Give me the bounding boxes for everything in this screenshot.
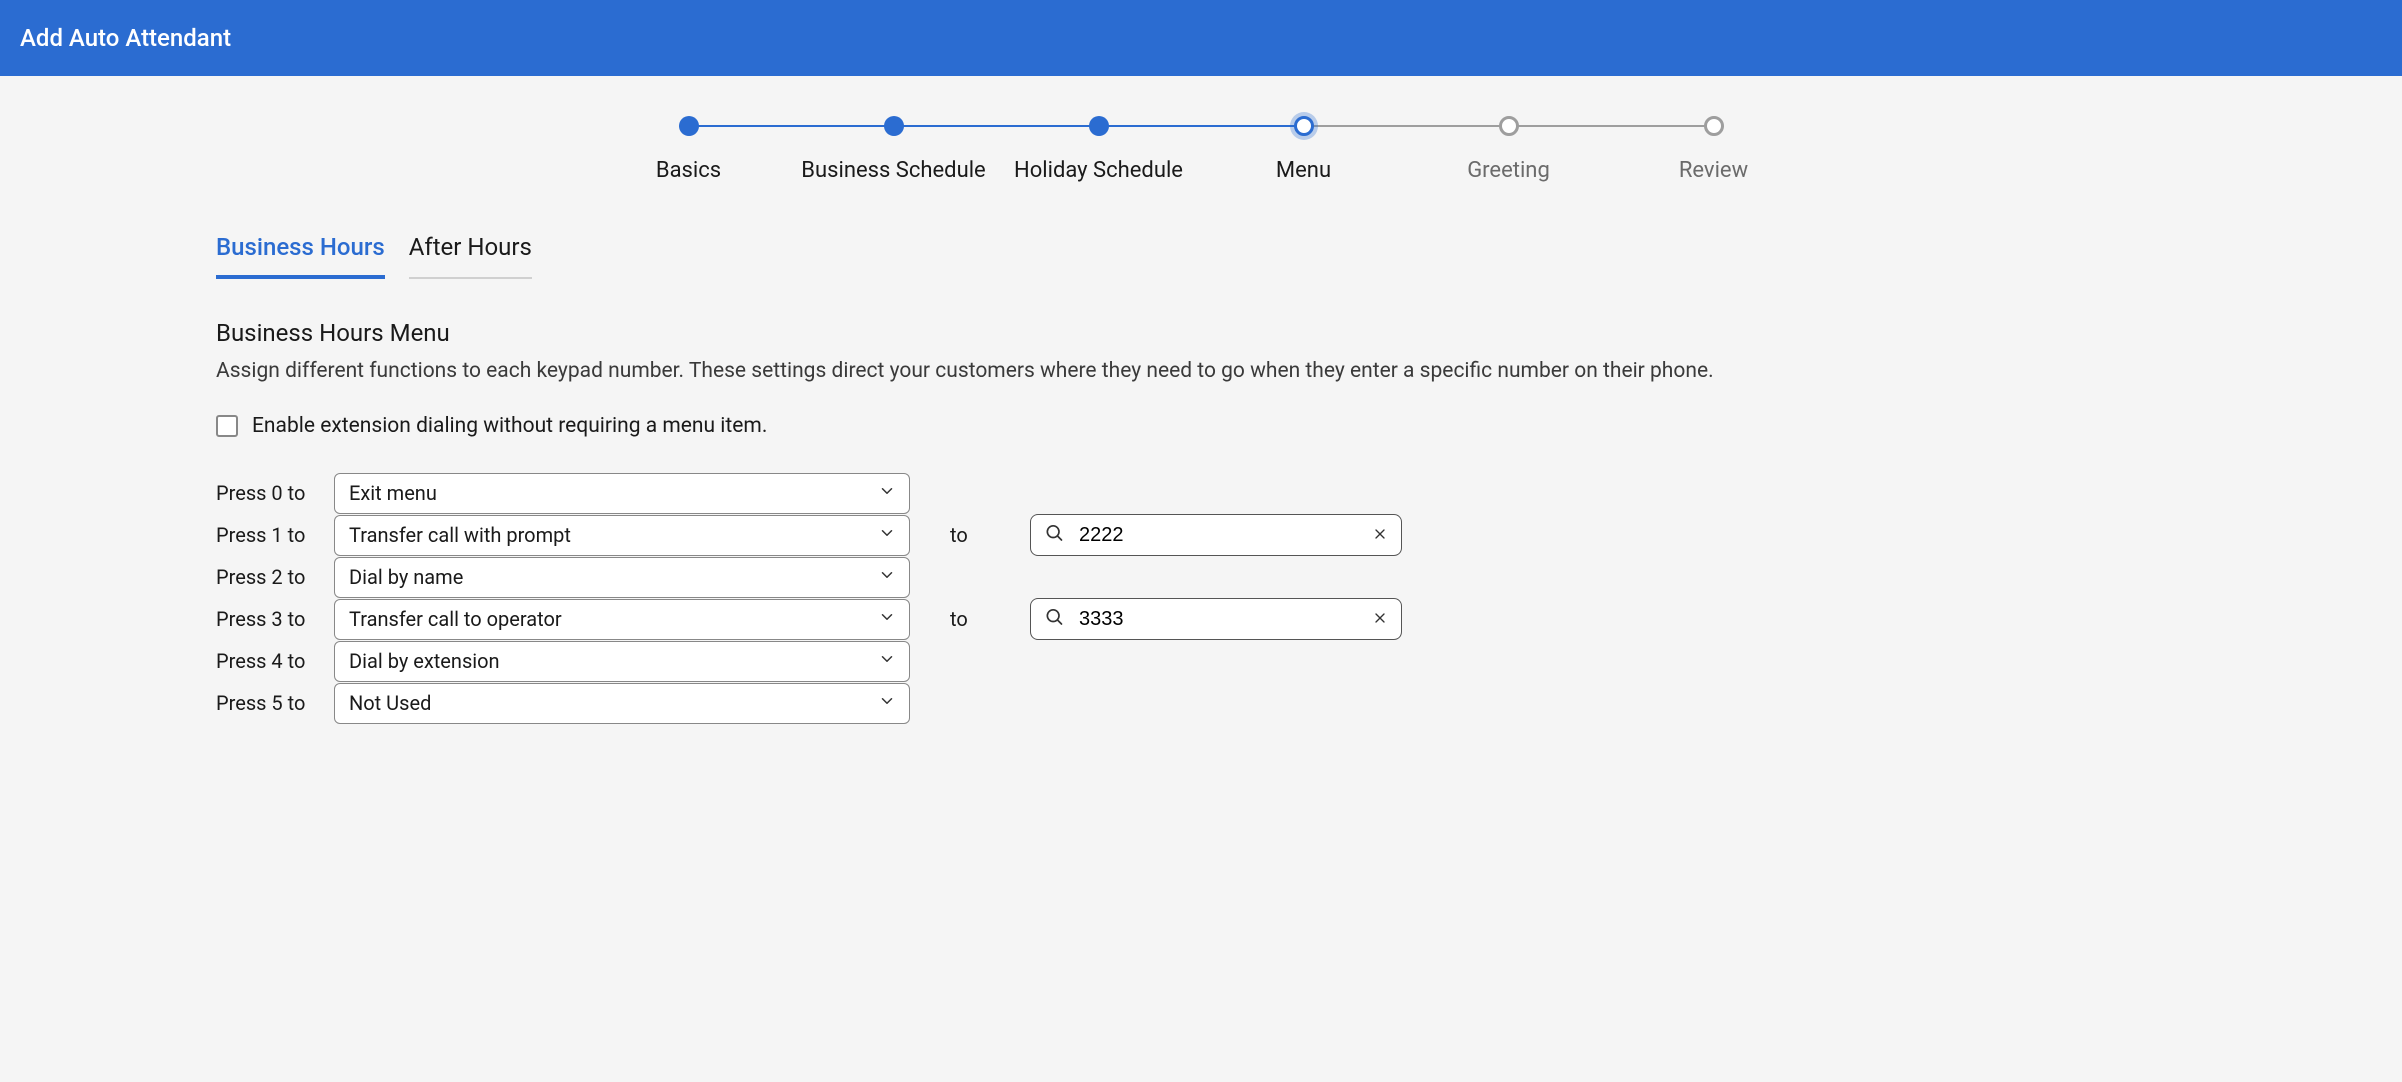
step-label: Review <box>1679 158 1748 183</box>
step-connector <box>689 125 894 127</box>
step-connector <box>894 125 1099 127</box>
keypad-row-5: Press 5 toNot Used <box>216 682 2392 724</box>
search-icon <box>1044 607 1064 632</box>
page-header: Add Auto Attendant <box>0 0 2402 76</box>
tab-business-hours[interactable]: Business Hours <box>216 233 385 279</box>
step-connector <box>1099 125 1304 127</box>
action-select-wrap: Exit menu <box>334 473 910 514</box>
target-input[interactable] <box>1030 514 1402 556</box>
action-select[interactable]: Transfer call with prompt <box>334 515 910 556</box>
target-input-wrap <box>1030 598 1402 640</box>
keypad-row-1: Press 1 toTransfer call with prompt to <box>216 514 2392 556</box>
step-circle <box>679 116 699 136</box>
press-label: Press 5 to <box>216 691 334 715</box>
extension-dialing-row: Enable extension dialing without requiri… <box>216 414 2392 438</box>
extension-dialing-label: Enable extension dialing without requiri… <box>252 414 767 438</box>
action-select[interactable]: Transfer call to operator <box>334 599 910 640</box>
extension-dialing-checkbox[interactable] <box>216 415 238 437</box>
press-label: Press 2 to <box>216 565 334 589</box>
target-input-wrap <box>1030 514 1402 556</box>
keypad-row-2: Press 2 toDial by name <box>216 556 2392 598</box>
action-select[interactable]: Not Used <box>334 683 910 724</box>
action-select[interactable]: Dial by extension <box>334 641 910 682</box>
step-circle <box>884 116 904 136</box>
step-circle <box>1294 116 1314 136</box>
action-select-wrap: Dial by name <box>334 557 910 598</box>
action-select[interactable]: Dial by name <box>334 557 910 598</box>
step-label: Greeting <box>1467 158 1550 183</box>
action-select-wrap: Not Used <box>334 683 910 724</box>
step-label: Basics <box>656 158 721 183</box>
step-basics[interactable]: Basics <box>586 116 791 183</box>
target-input[interactable] <box>1030 598 1402 640</box>
press-label: Press 0 to <box>216 481 334 505</box>
step-connector <box>1304 125 1509 127</box>
press-label: Press 1 to <box>216 523 334 547</box>
step-label: Menu <box>1276 158 1331 183</box>
section-description: Assign different functions to each keypa… <box>216 357 2392 386</box>
press-label: Press 4 to <box>216 649 334 673</box>
keypad-row-4: Press 4 toDial by extension <box>216 640 2392 682</box>
to-label: to <box>950 607 1030 631</box>
page-title: Add Auto Attendant <box>20 24 231 52</box>
keypad-menu-rows: Press 0 toExit menuPress 1 toTransfer ca… <box>216 472 2392 724</box>
step-label: Business Schedule <box>801 158 985 183</box>
press-label: Press 3 to <box>216 607 334 631</box>
step-connector <box>1509 125 1714 127</box>
action-select-wrap: Transfer call with prompt <box>334 515 910 556</box>
tab-after-hours[interactable]: After Hours <box>409 233 532 279</box>
keypad-row-0: Press 0 toExit menu <box>216 472 2392 514</box>
step-circle <box>1704 116 1724 136</box>
main-content: Business Hours After Hours Business Hours… <box>0 203 2402 754</box>
action-select-wrap: Dial by extension <box>334 641 910 682</box>
action-select[interactable]: Exit menu <box>334 473 910 514</box>
clear-icon[interactable] <box>1372 523 1388 547</box>
step-circle <box>1499 116 1519 136</box>
step-label: Holiday Schedule <box>1014 158 1183 183</box>
to-label: to <box>950 523 1030 547</box>
wizard-stepper: Basics Business Schedule Holiday Schedule M… <box>0 76 2402 203</box>
clear-icon[interactable] <box>1372 607 1388 631</box>
tabs: Business Hours After Hours <box>216 233 2392 279</box>
step-circle <box>1089 116 1109 136</box>
search-icon <box>1044 523 1064 548</box>
action-select-wrap: Transfer call to operator <box>334 599 910 640</box>
keypad-row-3: Press 3 toTransfer call to operator to <box>216 598 2392 640</box>
section-title: Business Hours Menu <box>216 319 2392 347</box>
